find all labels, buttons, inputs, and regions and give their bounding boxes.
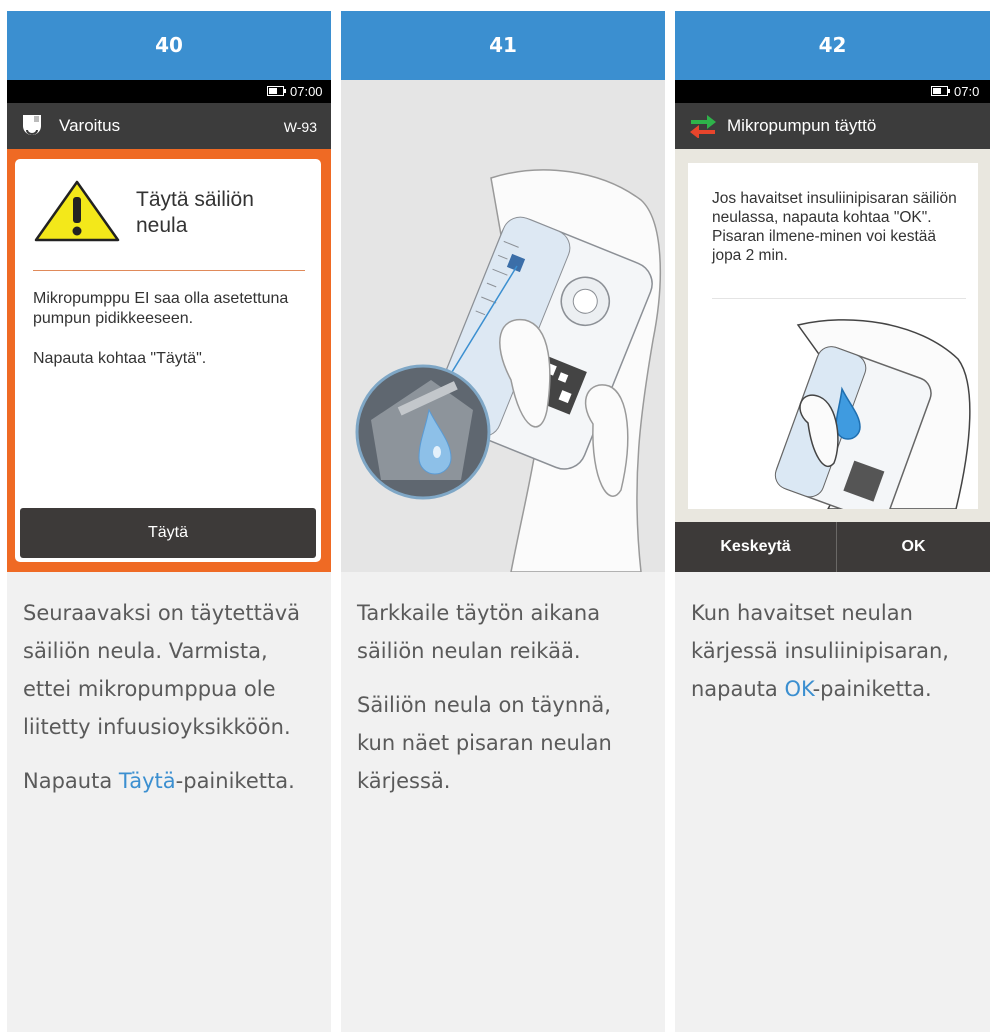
pump-screen-fill: 07:0 Mikropumpun täyttö Jos havaitset in… xyxy=(675,80,990,572)
divider xyxy=(33,270,305,271)
divider xyxy=(712,298,966,299)
pump-holder-icon xyxy=(23,115,41,135)
description-text: Napauta xyxy=(23,769,119,793)
button-bar: Keskeytä OK xyxy=(675,522,990,572)
fill-button[interactable]: Täytä xyxy=(20,508,316,558)
status-time: 07:0 xyxy=(954,84,980,99)
warning-triangle-icon xyxy=(34,180,120,242)
screen-title-bar: Varoitus W-93 xyxy=(7,103,331,149)
hand-holding-pump-illustration xyxy=(774,319,971,509)
battery-icon xyxy=(267,86,286,96)
warning-card: Täytä säiliön neula Mikropumppu EI saa o… xyxy=(15,159,321,562)
ok-button-reference: OK xyxy=(784,677,813,701)
illustration-panel xyxy=(341,80,665,572)
description-paragraph: Kun havaitset neulan kärjessä insuliinip… xyxy=(691,594,974,708)
battery-icon xyxy=(931,86,950,96)
status-bar: 07:0 xyxy=(675,80,990,103)
transfer-arrows-icon xyxy=(690,115,716,138)
step-number: 41 xyxy=(341,11,665,80)
screen-body: Jos havaitset insuliinipisaran säiliön n… xyxy=(675,149,990,522)
fill-button-reference: Täytä xyxy=(118,769,176,793)
screen-title: Mikropumpun täyttö xyxy=(727,116,877,135)
description-paragraph: Säiliön neula on täynnä, kun näet pisara… xyxy=(357,693,612,793)
description-paragraph: Seuraavaksi on täytettävä säiliön neula.… xyxy=(23,601,300,739)
pump-screen-warning: 07:00 Varoitus W-93 Täytä säiliön neula xyxy=(7,80,331,572)
step-column-42: 42 07:0 Mikropumpun täyttö Jos havaitset… xyxy=(675,11,990,1032)
warning-instruction: Napauta kohtaa "Täytä". xyxy=(33,350,207,367)
warning-message: Mikropumppu EI saa olla asetettuna pumpu… xyxy=(33,289,308,369)
description-text: -painiketta. xyxy=(175,769,295,793)
step-number: 40 xyxy=(7,11,331,80)
step-description: Seuraavaksi on täytettävä säiliön neula.… xyxy=(7,594,331,800)
step-description: Kun havaitset neulan kärjessä insuliinip… xyxy=(675,594,990,708)
description-paragraph: Napauta Täytä-painiketta. xyxy=(23,762,315,800)
hand-holding-micropump-with-drop-illustration xyxy=(355,169,662,572)
fill-instruction: Jos havaitset insuliinipisaran säiliön n… xyxy=(712,190,957,264)
step-number: 42 xyxy=(675,11,990,80)
status-bar: 07:00 xyxy=(7,80,331,103)
step-column-40: 40 07:00 Varoitus W-93 Täytä säiliön neu xyxy=(7,11,331,1032)
step-description: Tarkkaile täytön aikana säiliön neulan r… xyxy=(341,594,665,800)
description-paragraph: Tarkkaile täytön aikana säiliön neulan r… xyxy=(357,601,601,663)
screen-title: Varoitus xyxy=(59,116,121,135)
warning-message-line: Mikropumppu EI saa olla asetettuna pumpu… xyxy=(33,290,289,327)
step-column-41: 41 Tarkkaile täytön aikana säiliön neula… xyxy=(341,11,665,1032)
warning-background: Täytä säiliön neula Mikropumppu EI saa o… xyxy=(7,149,331,572)
ok-button[interactable]: OK xyxy=(837,522,990,572)
status-time: 07:00 xyxy=(290,84,323,99)
description-text: -painiketta. xyxy=(812,677,932,701)
warning-code: W-93 xyxy=(283,119,317,135)
instruction-card: Jos havaitset insuliinipisaran säiliön n… xyxy=(688,163,978,509)
warning-title: Täytä säiliön neula xyxy=(136,188,254,237)
screen-title-bar: Mikropumpun täyttö xyxy=(675,103,990,149)
cancel-button[interactable]: Keskeytä xyxy=(675,522,836,572)
